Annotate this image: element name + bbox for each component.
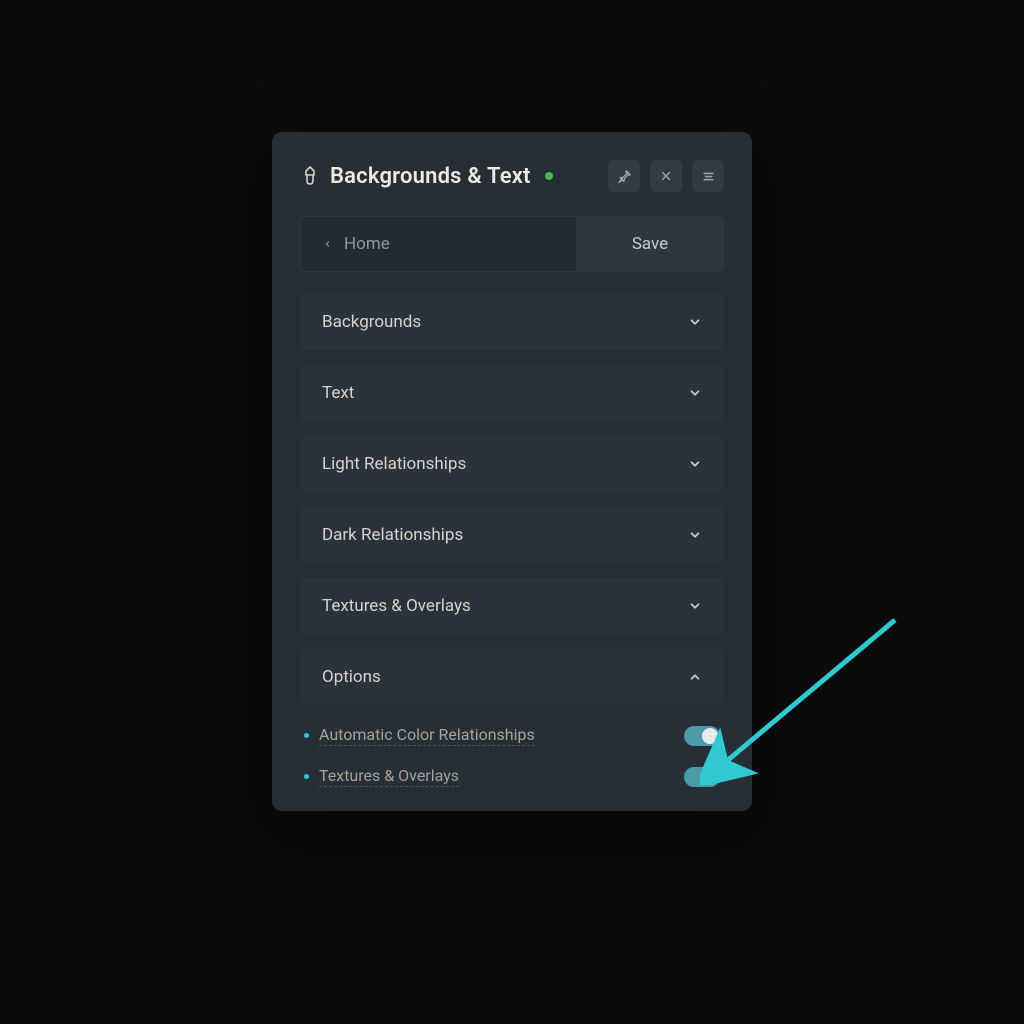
accordion-label: Options [322, 667, 381, 687]
toggle-textures-overlays[interactable] [684, 767, 720, 787]
panel-header: Backgrounds & Text [300, 160, 724, 192]
accordion-label: Light Relationships [322, 454, 466, 474]
accordion-item-options[interactable]: Options [300, 649, 724, 705]
toggle-knob [702, 769, 718, 785]
nav-row: Home Save [300, 216, 724, 272]
save-label: Save [632, 234, 668, 254]
brush-icon [300, 165, 320, 187]
chevron-down-icon [688, 599, 702, 613]
toggle-knob [702, 728, 718, 744]
option-label: Textures & Overlays [319, 766, 459, 787]
option-label: Automatic Color Relationships [319, 725, 535, 746]
accordion-label: Backgrounds [322, 312, 421, 332]
accordion-label: Textures & Overlays [322, 596, 471, 616]
home-label: Home [344, 234, 390, 254]
home-button[interactable]: Home [300, 216, 576, 272]
accordion-item-backgrounds[interactable]: Backgrounds [300, 294, 724, 350]
menu-button[interactable] [692, 160, 724, 192]
pin-button[interactable] [608, 160, 640, 192]
bullet-icon [304, 733, 309, 738]
bullet-icon [304, 774, 309, 779]
accordion-label: Dark Relationships [322, 525, 463, 545]
option-row-auto-color: Automatic Color Relationships [300, 725, 724, 746]
option-row-textures-overlays: Textures & Overlays [300, 766, 724, 787]
accordion-item-dark-relationships[interactable]: Dark Relationships [300, 507, 724, 563]
option-left: Textures & Overlays [304, 766, 459, 787]
chevron-down-icon [688, 528, 702, 542]
chevron-down-icon [688, 315, 702, 329]
option-left: Automatic Color Relationships [304, 725, 535, 746]
accordion-item-text[interactable]: Text [300, 365, 724, 421]
accordion-item-light-relationships[interactable]: Light Relationships [300, 436, 724, 492]
chevron-down-icon [688, 457, 702, 471]
panel-title: Backgrounds & Text [330, 164, 531, 189]
toggle-auto-color[interactable] [684, 726, 720, 746]
chevron-up-icon [688, 670, 702, 684]
chevron-down-icon [688, 386, 702, 400]
save-button[interactable]: Save [576, 216, 724, 272]
accordion-item-textures-overlays[interactable]: Textures & Overlays [300, 578, 724, 634]
accordion-label: Text [322, 383, 354, 403]
close-button[interactable] [650, 160, 682, 192]
status-indicator [545, 172, 553, 180]
chevron-left-icon [323, 237, 332, 251]
settings-panel: Backgrounds & Text Home [272, 132, 752, 811]
